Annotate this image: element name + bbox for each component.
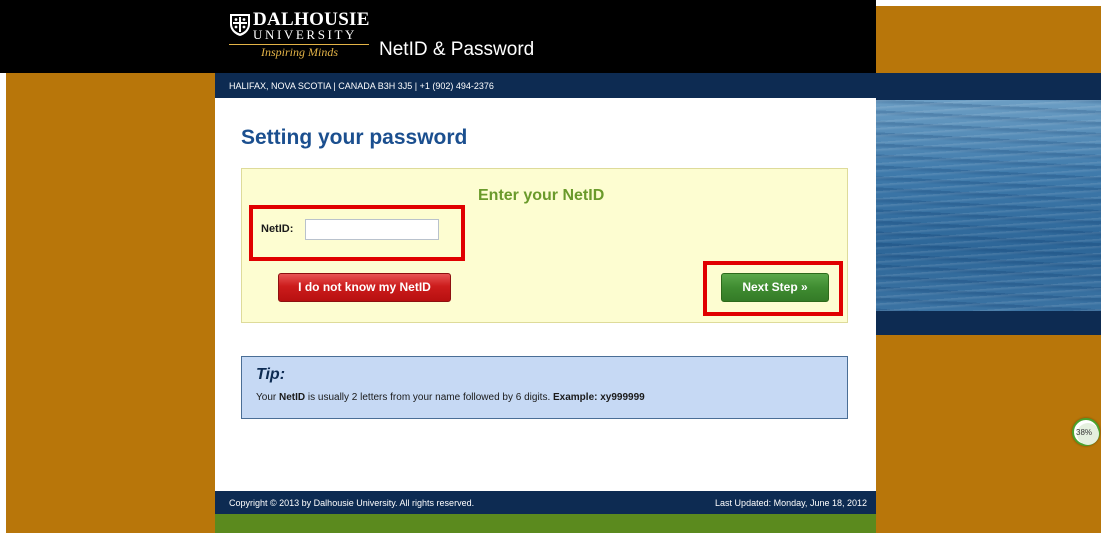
tip-netid-bold: NetID — [278, 392, 306, 403]
right-navy-top — [876, 73, 1101, 100]
tip-text: Your NetID is usually 2 letters from you… — [256, 392, 645, 403]
water-photo — [876, 100, 1101, 311]
tip-text-part-2: is usually 2 letters from your name foll… — [305, 392, 553, 403]
tip-panel — [241, 356, 848, 419]
right-gold-top — [876, 6, 1101, 73]
copyright-text: Copyright © 2013 by Dalhousie University… — [229, 498, 475, 508]
last-updated-text: Last Updated: Monday, June 18, 2012 — [715, 498, 867, 508]
right-gold-bottom — [876, 335, 1101, 533]
right-navy-mid — [876, 311, 1101, 335]
address-text: HALIFAX, NOVA SCOTIA | CANADA B3H 3J5 | … — [229, 81, 494, 91]
tip-example-bold: Example: xy999999 — [553, 392, 645, 403]
page-title: Setting your password — [241, 126, 468, 149]
tip-text-part-1: Your — [256, 392, 279, 403]
next-step-button[interactable]: Next Step » — [721, 273, 829, 302]
form-heading: Enter your NetID — [478, 187, 605, 204]
left-gold-panel — [6, 73, 215, 533]
left-header-fill — [0, 0, 215, 73]
tip-title: Tip: — [256, 366, 286, 383]
zoom-level-text: 38% — [1076, 428, 1093, 437]
logo-tagline: Inspiring Minds — [261, 45, 339, 59]
footer-green-band — [215, 514, 876, 533]
page: DALHOUSIE UNIVERSITY Inspiring Minds Net… — [0, 0, 1101, 533]
netid-input[interactable] — [305, 219, 439, 240]
university-crest-icon — [230, 14, 250, 36]
site-title: NetID & Password — [379, 39, 535, 60]
unknown-netid-button[interactable]: I do not know my NetID — [278, 273, 451, 302]
netid-label: NetID: — [261, 223, 294, 235]
logo-subtitle: UNIVERSITY — [253, 27, 357, 42]
